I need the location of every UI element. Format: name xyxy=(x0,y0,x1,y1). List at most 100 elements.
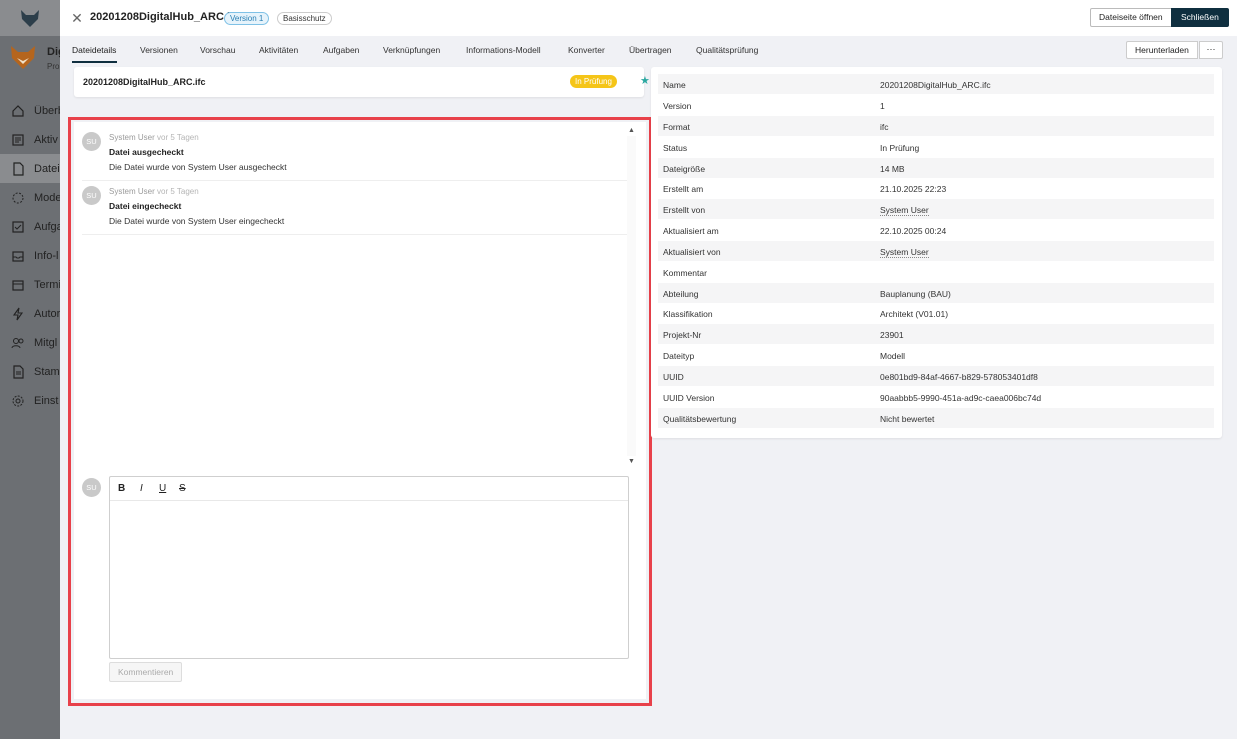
detail-key: Klassifikation xyxy=(663,309,713,319)
entry-meta: System User vor 5 Tagen xyxy=(109,133,199,142)
tabs-bar: Dateidetails Versionen Vorschau Aktivitä… xyxy=(60,36,1237,64)
detail-key: Format xyxy=(663,122,690,132)
entry-time: vor 5 Tagen xyxy=(157,133,199,142)
underline-button[interactable]: U xyxy=(159,483,166,494)
nav-item-automation[interactable]: Autor xyxy=(0,299,60,328)
detail-key: Version xyxy=(663,101,692,111)
detail-value: In Prüfung xyxy=(880,143,920,153)
table-row: Name 20201208DigitalHub_ARC.ifc xyxy=(658,74,1214,94)
updated-by-link[interactable]: System User xyxy=(880,247,929,258)
table-row: Status In Prüfung xyxy=(658,137,1214,157)
activity-feed[interactable]: ▲ ▼ SU System User vor 5 Tagen Datei aus… xyxy=(74,122,638,468)
entry-meta: System User vor 5 Tagen xyxy=(109,187,199,196)
file-card: 20201208DigitalHub_ARC.ifc In Prüfung ★ xyxy=(74,67,650,97)
entry-title: Datei ausgecheckt xyxy=(109,147,184,157)
table-row: Qualitätsbewertung Nicht bewertet xyxy=(658,408,1214,428)
fox-avatar-icon xyxy=(11,46,35,69)
tab-converter[interactable]: Konverter xyxy=(568,45,605,55)
avatar: SU xyxy=(82,132,101,151)
gear-icon xyxy=(10,393,26,409)
strikethrough-button[interactable]: S xyxy=(179,483,186,494)
detail-key: Kommentar xyxy=(663,268,707,278)
italic-button[interactable]: I xyxy=(140,483,143,494)
nav-item-dates[interactable]: Termi xyxy=(0,270,60,299)
scroll-up-icon[interactable]: ▲ xyxy=(628,127,635,134)
bold-button[interactable]: B xyxy=(118,483,125,494)
tab-activities[interactable]: Aktivitäten xyxy=(259,45,298,55)
feed-entry: SU System User vor 5 Tagen Datei ausgech… xyxy=(82,132,627,181)
comment-input[interactable] xyxy=(110,501,628,658)
created-by-link[interactable]: System User xyxy=(880,205,929,216)
close-icon[interactable]: ✕ xyxy=(70,9,84,27)
open-file-page-button[interactable]: Dateiseite öffnen xyxy=(1090,8,1172,27)
table-row: Dateityp Modell xyxy=(658,345,1214,365)
tab-quality-check[interactable]: Qualitätsprüfung xyxy=(696,45,758,55)
table-row: UUID Version 90aabbb5-9990-451a-ad9c-caea… xyxy=(658,387,1214,407)
detail-value: Nicht bewertet xyxy=(880,414,935,424)
entry-title: Datei eingecheckt xyxy=(109,201,182,211)
entry-text: Die Datei wurde von System User ausgeche… xyxy=(109,162,287,172)
detail-key: Aktualisiert am xyxy=(663,226,719,236)
nav-item-overview[interactable]: Überb xyxy=(0,96,60,125)
nav-item-tasks[interactable]: Aufga xyxy=(0,212,60,241)
panel-header: ✕ 20201208DigitalHub_ARC.ifc Version 1 B… xyxy=(60,0,1237,36)
detail-value: Architekt (V01.01) xyxy=(880,309,949,319)
entry-time: vor 5 Tagen xyxy=(157,187,199,196)
file-title: 20201208DigitalHub_ARC.ifc xyxy=(90,11,240,23)
model-icon xyxy=(10,190,26,206)
active-tab-indicator xyxy=(72,61,117,63)
background-nav: Überb Aktiv Datei Mode Aufga Info-l Term… xyxy=(0,96,60,415)
nav-item-models[interactable]: Mode xyxy=(0,183,60,212)
download-button[interactable]: Herunterladen xyxy=(1126,41,1198,59)
detail-value: Bauplanung (BAU) xyxy=(880,289,951,299)
detail-key: Dateigröße xyxy=(663,164,706,174)
tab-file-details[interactable]: Dateidetails xyxy=(72,45,116,55)
table-row: Aktualisiert von System User xyxy=(658,241,1214,261)
tab-tasks[interactable]: Aufgaben xyxy=(323,45,359,55)
detail-value: 14 MB xyxy=(880,164,905,174)
nav-item-info[interactable]: Info-l xyxy=(0,241,60,270)
background-sidebar: Dig Pro Überb Aktiv Datei Mode Aufga Inf… xyxy=(0,0,65,739)
scroll-down-icon[interactable]: ▼ xyxy=(628,458,635,465)
detail-value: 22.10.2025 00:24 xyxy=(880,226,947,236)
table-row: Projekt-Nr 23901 xyxy=(658,324,1214,344)
close-button[interactable]: Schließen xyxy=(1171,8,1229,27)
file-detail-panel: ✕ 20201208DigitalHub_ARC.ifc Version 1 B… xyxy=(60,0,1237,739)
detail-value: Modell xyxy=(880,351,906,361)
nav-item-files[interactable]: Datei xyxy=(0,154,60,183)
tab-transfer[interactable]: Übertragen xyxy=(629,45,672,55)
detail-key: Name xyxy=(663,80,686,90)
tab-versions[interactable]: Versionen xyxy=(140,45,178,55)
feed-scrollbar[interactable] xyxy=(627,136,636,456)
entry-text: Die Datei wurde von System User eingeche… xyxy=(109,216,285,226)
entry-author: System User xyxy=(109,133,155,142)
activity-icon xyxy=(10,132,26,148)
submit-comment-button[interactable]: Kommentieren xyxy=(109,662,183,682)
nav-item-activities[interactable]: Aktiv xyxy=(0,125,60,154)
home-icon xyxy=(10,103,26,119)
tab-links[interactable]: Verknüpfungen xyxy=(383,45,440,55)
table-row: UUID 0e801bd9-84af-4667-b829-578053401df8 xyxy=(658,366,1214,386)
calendar-icon xyxy=(10,277,26,293)
detail-key: UUID xyxy=(663,372,684,382)
table-row: Abteilung Bauplanung (BAU) xyxy=(658,283,1214,303)
more-options-button[interactable]: ··· xyxy=(1199,41,1223,59)
nav-item-settings[interactable]: Einst xyxy=(0,386,60,415)
detail-value: 1 xyxy=(880,101,885,111)
protection-badge: Basisschutz xyxy=(277,12,332,25)
table-row: Klassifikation Architekt (V01.01) xyxy=(658,303,1214,323)
file-card-name: 20201208DigitalHub_ARC.ifc xyxy=(83,77,206,87)
tab-information-model[interactable]: Informations-Modell xyxy=(466,45,541,55)
nav-item-master-data[interactable]: Stam xyxy=(0,357,60,386)
detail-key: Abteilung xyxy=(663,289,699,299)
detail-value: 20201208DigitalHub_ARC.ifc xyxy=(880,80,991,90)
tab-preview[interactable]: Vorschau xyxy=(200,45,235,55)
editor-avatar: SU xyxy=(82,478,101,497)
table-row: Dateigröße 14 MB xyxy=(658,158,1214,178)
nav-item-members[interactable]: Mitgl xyxy=(0,328,60,357)
version-badge[interactable]: Version 1 xyxy=(224,12,270,25)
star-icon[interactable]: ★ xyxy=(640,74,650,87)
background-topbar xyxy=(0,0,60,36)
table-row: Format ifc xyxy=(658,116,1214,136)
document-icon xyxy=(10,364,26,380)
